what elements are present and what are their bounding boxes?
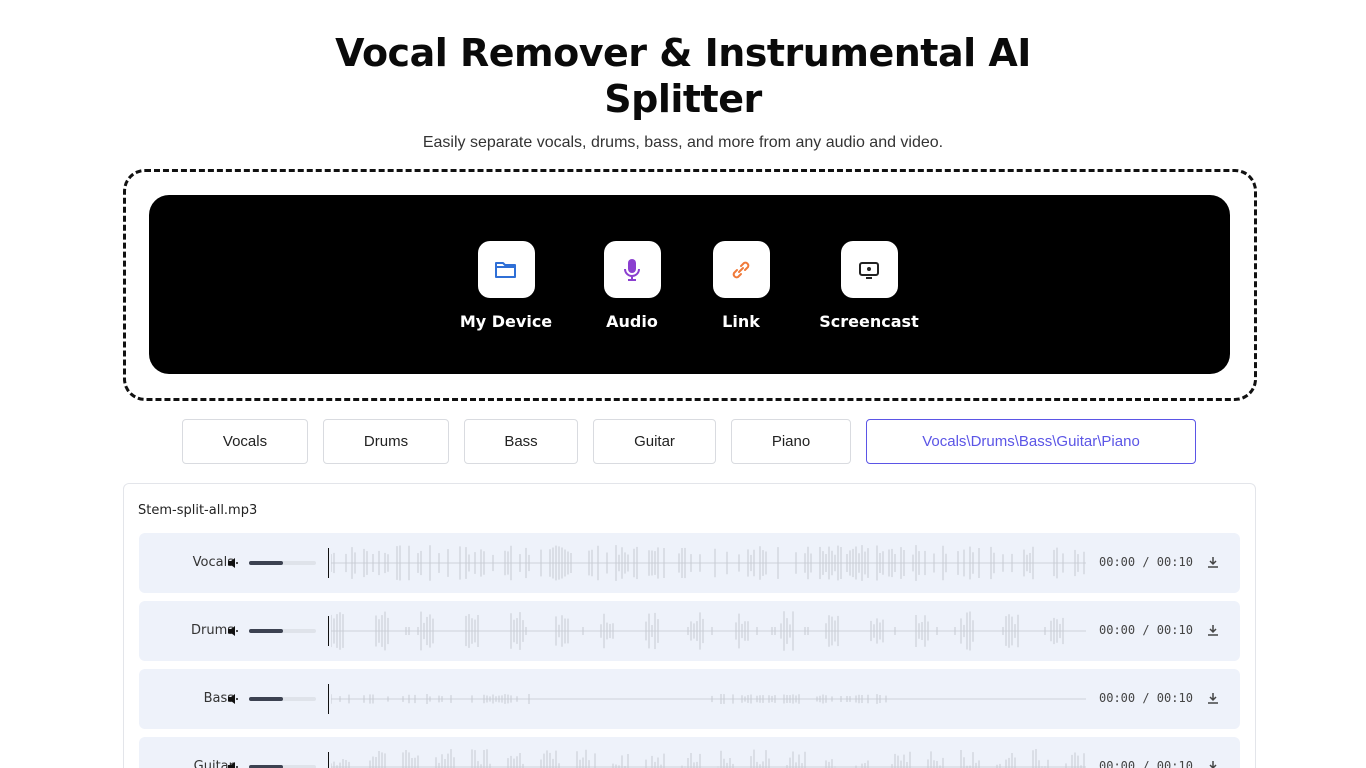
screen-icon (840, 241, 898, 298)
volume-slider[interactable] (249, 697, 316, 701)
volume-fill (249, 629, 283, 633)
volume-icon[interactable] (227, 760, 241, 768)
volume-icon[interactable] (227, 624, 241, 638)
download-icon[interactable] (1207, 759, 1219, 768)
track-time: 00:00 / 00:10 (1099, 759, 1193, 768)
playhead[interactable] (328, 548, 329, 578)
volume-fill (249, 697, 283, 701)
page-title: Vocal Remover & Instrumental AI Splitter (0, 30, 1366, 122)
source-link-button[interactable]: Link (681, 241, 801, 331)
playhead[interactable] (328, 752, 329, 768)
source-audio-button[interactable]: Audio (572, 241, 692, 331)
track-name: Drums (190, 623, 234, 638)
volume-fill (249, 561, 283, 565)
tab-piano[interactable]: Piano (731, 419, 851, 464)
waveform[interactable] (331, 747, 1086, 768)
track-time: 00:00 / 00:10 (1099, 555, 1193, 569)
track-name: Bass (203, 691, 234, 706)
track-time: 00:00 / 00:10 (1099, 623, 1193, 637)
folder-icon (477, 241, 535, 298)
title-line-1: Vocal Remover & Instrumental AI (335, 31, 1031, 75)
tab-vocals[interactable]: Vocals (182, 419, 308, 464)
volume-icon[interactable] (227, 556, 241, 570)
source-link-label: Link (722, 312, 760, 331)
title-line-2: Splitter (604, 77, 762, 121)
waveform[interactable] (331, 611, 1086, 651)
track-name: Vocals (192, 555, 234, 570)
download-icon[interactable] (1207, 623, 1219, 637)
tab-all-stems[interactable]: Vocals\Drums\Bass\Guitar\Piano (866, 419, 1196, 464)
tab-guitar[interactable]: Guitar (593, 419, 716, 464)
download-icon[interactable] (1207, 691, 1219, 705)
playhead[interactable] (328, 684, 329, 714)
source-my-device-label: My Device (459, 312, 553, 331)
result-filename: Stem-split-all.mp3 (138, 503, 258, 518)
waveform[interactable] (331, 679, 1086, 719)
volume-icon[interactable] (227, 692, 241, 706)
waveform[interactable] (331, 543, 1086, 583)
track-guitar: Guitar 00:00 / 00:10 (139, 737, 1240, 768)
source-screencast-label: Screencast (819, 312, 919, 331)
track-vocals: Vocals 00:00 / 00:10 (139, 533, 1240, 593)
track-time: 00:00 / 00:10 (1099, 691, 1193, 705)
link-icon (712, 241, 770, 298)
volume-slider[interactable] (249, 629, 316, 633)
track-drums: Drums 00:00 / 00:10 (139, 601, 1240, 661)
track-bass: Bass 00:00 / 00:10 (139, 669, 1240, 729)
microphone-icon (603, 241, 661, 298)
source-audio-label: Audio (606, 312, 658, 331)
playhead[interactable] (328, 616, 329, 646)
page-subtitle: Easily separate vocals, drums, bass, and… (422, 134, 944, 151)
track-name: Guitar (193, 759, 234, 768)
tab-drums[interactable]: Drums (323, 419, 449, 464)
source-screencast-button[interactable]: Screencast (809, 241, 929, 331)
download-icon[interactable] (1207, 555, 1219, 569)
tab-bass[interactable]: Bass (464, 419, 578, 464)
source-my-device-button[interactable]: My Device (446, 241, 566, 331)
volume-slider[interactable] (249, 561, 316, 565)
